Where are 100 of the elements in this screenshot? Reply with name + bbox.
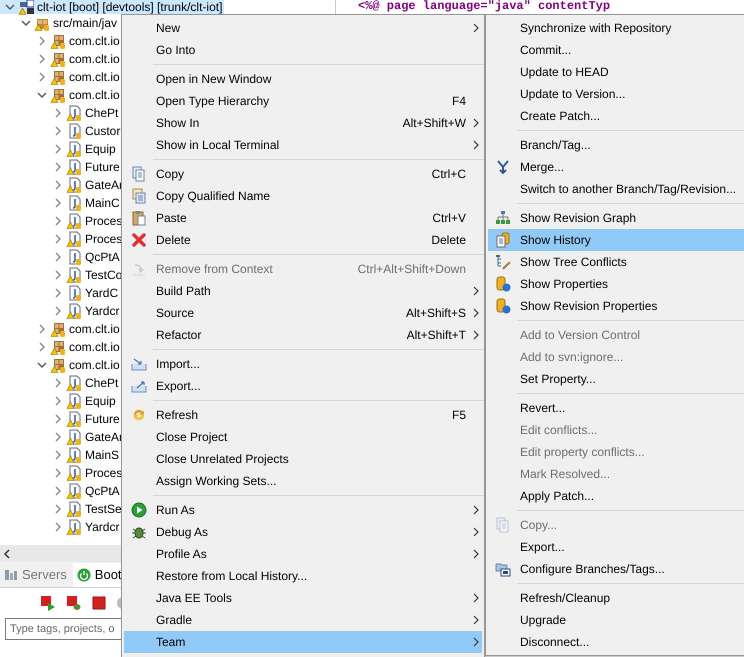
copy-icon xyxy=(495,517,511,533)
copy-icon xyxy=(131,166,147,182)
menu-item[interactable]: Paste Ctrl+V xyxy=(124,207,482,229)
menu-item[interactable]: Copy Ctrl+C xyxy=(124,163,482,185)
paste-icon xyxy=(131,210,147,226)
tree-item[interactable]: ChePt xyxy=(0,374,120,392)
square-arrow-icon[interactable] xyxy=(40,595,56,611)
menu-item[interactable]: Run As xyxy=(124,499,482,521)
tree-item[interactable]: com.clt.io xyxy=(0,68,122,86)
menu-item[interactable]: Apply Patch... xyxy=(488,485,744,507)
menu-item[interactable]: Upgrade xyxy=(488,609,744,631)
menu-item[interactable]: Refactor Alt+Shift+T xyxy=(124,324,482,346)
tree-item[interactable]: com.clt.io xyxy=(0,50,122,68)
menu-item[interactable]: Source Alt+Shift+S xyxy=(124,302,482,324)
menu-item[interactable]: Team xyxy=(124,631,482,653)
tree-item[interactable]: Yardcr xyxy=(0,518,122,536)
menu-item[interactable]: Close Project xyxy=(124,426,482,448)
tree-item[interactable]: Proces xyxy=(0,230,124,248)
tree-item[interactable]: src/main/jav xyxy=(0,14,120,32)
tree-item[interactable]: ChePt xyxy=(0,104,120,122)
menu-item[interactable]: Branch/Tag... xyxy=(488,134,744,156)
menu-item[interactable]: Close Unrelated Projects xyxy=(124,448,482,470)
power-icon xyxy=(76,568,91,582)
menu-item[interactable]: Import... xyxy=(124,353,482,375)
menu-item[interactable]: Open Type Hierarchy F4 xyxy=(124,90,482,112)
menu-item[interactable]: Create Patch... xyxy=(488,105,744,127)
menu-item[interactable]: Export... xyxy=(124,375,482,397)
tree-item[interactable]: Future xyxy=(0,410,122,428)
menu-item[interactable]: Switch to another Branch/Tag/Revision... xyxy=(488,178,744,200)
tree-item[interactable]: Proces xyxy=(0,464,124,482)
refresh-icon xyxy=(131,407,147,423)
menu-item[interactable]: Delete Delete xyxy=(124,229,482,251)
tree-item[interactable]: TestCo xyxy=(0,266,124,284)
tree-item[interactable]: QcPtA xyxy=(0,482,122,500)
menu-item[interactable]: Revert... xyxy=(488,397,744,419)
folder-stack-icon xyxy=(495,561,511,577)
code-line: <%@ page language="java" contentTyp xyxy=(357,0,612,14)
menu-item[interactable]: Update to Version... xyxy=(488,83,744,105)
shortcut-text: F5 xyxy=(452,407,466,424)
tree-item[interactable]: MainC xyxy=(0,194,122,212)
tree-item[interactable]: com.clt.io xyxy=(0,32,122,50)
tree-item[interactable]: clt-iot [boot] [devtools] [trunk/clt-iot] xyxy=(0,0,224,14)
menu-item[interactable]: Show Revision Graph xyxy=(488,207,744,229)
tree-item[interactable]: GateAr xyxy=(0,176,126,194)
menu-item[interactable]: Build Path xyxy=(124,280,482,302)
menu-item[interactable]: Disconnect... xyxy=(488,631,744,653)
menu-item[interactable]: Show Properties xyxy=(488,273,744,295)
menu-item[interactable]: Merge... xyxy=(488,156,744,178)
menu-item[interactable]: Gradle xyxy=(124,609,482,631)
tree-item[interactable]: Equip xyxy=(0,392,118,410)
tree-item[interactable]: com.clt.io xyxy=(0,356,122,374)
menu-item[interactable]: New xyxy=(124,17,482,39)
tree-item[interactable]: TestSe xyxy=(0,500,124,518)
play-icon xyxy=(131,502,147,518)
tree-item[interactable]: YardC xyxy=(0,284,120,302)
menu-item[interactable]: Go Into xyxy=(124,39,482,61)
tree-item[interactable]: GateAr xyxy=(0,428,126,446)
menu-item[interactable]: Set Property... xyxy=(488,368,744,390)
shortcut-text: Alt+Shift+W xyxy=(402,115,466,132)
tray-arrow-icon xyxy=(131,356,147,372)
view-tab[interactable]: Servers xyxy=(0,563,73,587)
tree-item[interactable]: Yardcr xyxy=(0,302,122,320)
merge-arrow-icon xyxy=(495,159,511,175)
scroll-left-icon[interactable] xyxy=(3,548,11,558)
menu-item[interactable]: Show In Alt+Shift+W xyxy=(124,112,482,134)
tree-item[interactable]: com.clt.io xyxy=(0,86,122,104)
tree-item[interactable]: com.clt.io xyxy=(0,338,122,356)
menu-item[interactable]: Refresh F5 xyxy=(124,404,482,426)
menu-item[interactable]: Update to HEAD xyxy=(488,61,744,83)
menu-item[interactable]: Show in Local Terminal xyxy=(124,134,482,156)
menu-item[interactable]: Show Tree Conflicts xyxy=(488,251,744,273)
menu-item[interactable]: Debug As xyxy=(124,521,482,543)
tree-item[interactable]: Custor xyxy=(0,122,122,140)
shortcut-text: Ctrl+C xyxy=(432,166,466,183)
menu-item[interactable]: Java EE Tools xyxy=(124,587,482,609)
tree-item[interactable]: com.clt.io xyxy=(0,320,122,338)
tree-item[interactable]: Future xyxy=(0,158,122,176)
view-tab[interactable]: Boot xyxy=(72,563,124,587)
menu-item[interactable]: Open in New Window xyxy=(124,68,482,90)
menu-item[interactable]: Configure Branches/Tags... xyxy=(488,558,744,580)
menu-item[interactable]: Show History xyxy=(488,229,744,251)
menu-item[interactable]: Refresh/Cleanup xyxy=(488,587,744,609)
menu-item[interactable]: Assign Working Sets... xyxy=(124,470,482,492)
menu-item[interactable]: Synchronize with Repository xyxy=(488,17,744,39)
stop-icon[interactable] xyxy=(92,596,106,610)
menu-item[interactable]: Copy Qualified Name xyxy=(124,185,482,207)
menu-item[interactable]: Show Revision Properties xyxy=(488,295,744,317)
tree-item[interactable]: Equip xyxy=(0,140,118,158)
tree-item[interactable]: QcPtA xyxy=(0,248,122,266)
menu-item[interactable]: Profile As xyxy=(124,543,482,565)
shortcut-text: Alt+Shift+S xyxy=(406,305,466,322)
tree-pencil-icon xyxy=(495,254,511,270)
tree-item[interactable]: Proces xyxy=(0,212,124,230)
menu-item[interactable]: Restore from Local History... xyxy=(124,565,482,587)
square-bug-icon[interactable] xyxy=(66,595,82,611)
tree-item[interactable]: MainS xyxy=(0,446,122,464)
menu-item[interactable]: Export... xyxy=(488,536,744,558)
shortcut-text: F4 xyxy=(452,93,466,110)
menu-item[interactable]: Commit... xyxy=(488,39,744,61)
database-badge-icon xyxy=(495,276,511,292)
